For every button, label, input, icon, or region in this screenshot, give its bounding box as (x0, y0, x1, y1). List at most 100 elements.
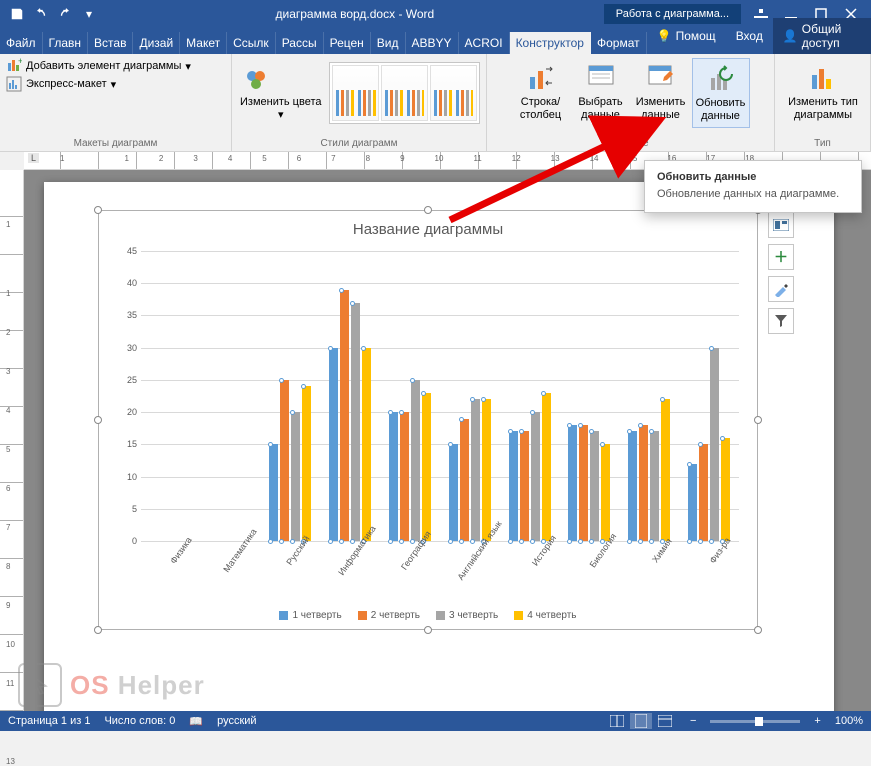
bar[interactable] (531, 412, 540, 541)
category-group[interactable] (201, 251, 261, 541)
zoom-out-button[interactable]: − (690, 715, 696, 727)
legend-item[interactable]: 4 четверть (514, 610, 576, 621)
undo-icon[interactable] (30, 3, 52, 25)
bar[interactable] (340, 290, 349, 541)
tell-me-button[interactable]: 💡Помощ (647, 25, 726, 47)
chart-plot-area[interactable]: 051015202530354045 (141, 251, 739, 541)
print-layout-icon[interactable] (630, 713, 652, 729)
resize-handle[interactable] (424, 206, 432, 214)
signin-button[interactable]: Вход (726, 25, 773, 47)
bar[interactable] (471, 399, 480, 541)
add-chart-element-button[interactable]: + Добавить элемент диаграммы ▾ (6, 58, 225, 74)
category-group[interactable] (500, 251, 560, 541)
bar[interactable] (699, 444, 708, 541)
resize-handle[interactable] (754, 626, 762, 634)
chart-layout-options-button[interactable] (768, 212, 794, 238)
ruler-tab-selector[interactable]: L (28, 153, 39, 163)
legend-item[interactable]: 1 четверть (279, 610, 341, 621)
bar[interactable] (650, 431, 659, 541)
bar[interactable] (449, 444, 458, 541)
category-group[interactable] (440, 251, 500, 541)
chart-style-item[interactable] (430, 65, 477, 121)
resize-handle[interactable] (94, 416, 102, 424)
select-data-button[interactable]: Выбрать данные (572, 58, 630, 128)
chart-style-item[interactable] (332, 65, 379, 121)
bar[interactable] (280, 380, 289, 541)
tab-acrobat[interactable]: ACROI (459, 32, 510, 54)
category-group[interactable] (679, 251, 739, 541)
zoom-slider[interactable] (710, 720, 800, 723)
edit-data-button[interactable]: Изменить данные (632, 58, 690, 128)
zoom-in-button[interactable]: + (814, 715, 820, 727)
tab-references[interactable]: Ссылк (227, 32, 276, 54)
bar[interactable] (411, 380, 420, 541)
chart-title[interactable]: Название диаграммы (99, 211, 757, 242)
web-layout-icon[interactable] (654, 713, 676, 729)
category-group[interactable] (261, 251, 321, 541)
spellcheck-icon[interactable]: 📖 (189, 715, 203, 728)
tab-review[interactable]: Рецен (324, 32, 371, 54)
page[interactable]: Название диаграммы 051015202530354045 Фи… (44, 182, 834, 711)
bar[interactable] (579, 425, 588, 541)
chart-styles-gallery[interactable] (329, 62, 480, 124)
bar[interactable] (422, 393, 431, 541)
tab-abbyy[interactable]: ABBYY (406, 32, 459, 54)
bar[interactable] (509, 431, 518, 541)
save-icon[interactable] (6, 3, 28, 25)
chart-filters-button[interactable] (768, 308, 794, 334)
tab-chart-design[interactable]: Конструктор (510, 32, 591, 54)
share-button[interactable]: 👤Общий доступ (773, 18, 871, 54)
document-area[interactable]: Название диаграммы 051015202530354045 Фи… (24, 170, 871, 711)
category-group[interactable] (619, 251, 679, 541)
bar[interactable] (628, 431, 637, 541)
category-group[interactable] (380, 251, 440, 541)
bar[interactable] (389, 412, 398, 541)
status-language[interactable]: русский (217, 715, 256, 727)
chart-elements-button[interactable]: ＋ (768, 244, 794, 270)
bar[interactable] (291, 412, 300, 541)
change-chart-type-button[interactable]: Изменить тип диаграммы (781, 58, 865, 124)
zoom-level[interactable]: 100% (835, 715, 863, 727)
category-group[interactable] (141, 251, 201, 541)
chart-object[interactable]: Название диаграммы 051015202530354045 Фи… (98, 210, 758, 630)
bar[interactable] (362, 348, 371, 541)
tab-insert[interactable]: Встав (88, 32, 133, 54)
bar[interactable] (688, 464, 697, 541)
tab-mailings[interactable]: Рассы (276, 32, 324, 54)
qat-custom-icon[interactable]: ▾ (78, 3, 100, 25)
tab-design[interactable]: Дизай (133, 32, 180, 54)
read-mode-icon[interactable] (606, 713, 628, 729)
chart-legend[interactable]: 1 четверть 2 четверть 3 четверть 4 четверть (99, 610, 757, 621)
legend-item[interactable]: 2 четверть (358, 610, 420, 621)
bar[interactable] (269, 444, 278, 541)
tab-layout[interactable]: Макет (180, 32, 227, 54)
change-colors-button[interactable]: Изменить цвета ▾ (238, 62, 323, 124)
category-group[interactable] (560, 251, 620, 541)
resize-handle[interactable] (94, 626, 102, 634)
redo-icon[interactable] (54, 3, 76, 25)
bar[interactable] (400, 412, 409, 541)
status-word-count[interactable]: Число слов: 0 (104, 715, 175, 727)
tab-file[interactable]: Файл (0, 32, 43, 54)
resize-handle[interactable] (424, 626, 432, 634)
chart-style-item[interactable] (381, 65, 428, 121)
bar[interactable] (639, 425, 648, 541)
switch-row-column-button[interactable]: Строка/столбец (512, 58, 570, 128)
category-group[interactable] (320, 251, 380, 541)
bar[interactable] (568, 425, 577, 541)
legend-item[interactable]: 3 четверть (436, 610, 498, 621)
resize-handle[interactable] (94, 206, 102, 214)
chart-styles-button[interactable] (768, 276, 794, 302)
refresh-data-button[interactable]: Обновить данные (692, 58, 750, 128)
bar[interactable] (329, 348, 338, 541)
status-page[interactable]: Страница 1 из 1 (8, 715, 90, 727)
bar[interactable] (351, 303, 360, 541)
quick-layout-button[interactable]: Экспресс-макет ▾ (6, 76, 225, 92)
bar[interactable] (460, 419, 469, 541)
bar[interactable] (520, 431, 529, 541)
tab-view[interactable]: Вид (371, 32, 406, 54)
tab-home[interactable]: Главн (43, 32, 89, 54)
vertical-ruler[interactable]: 112345678910111213 (0, 170, 24, 711)
resize-handle[interactable] (754, 416, 762, 424)
bar[interactable] (710, 348, 719, 541)
